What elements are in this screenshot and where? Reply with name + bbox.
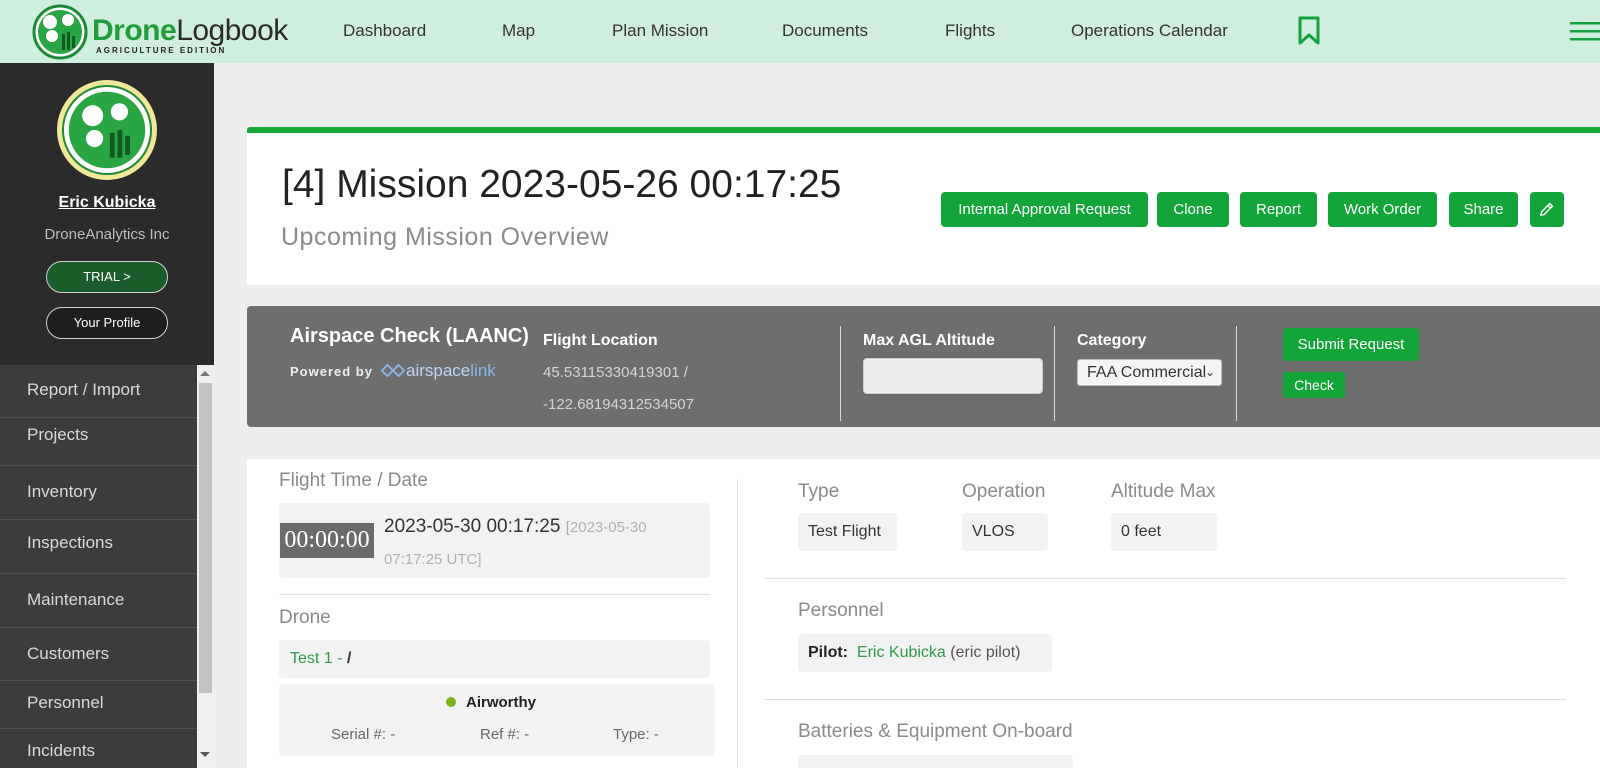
flight-timer: 00:00:00 — [280, 523, 374, 558]
brand-name: DroneLogbook — [92, 14, 288, 47]
sidebar-scrollbar[interactable] — [197, 365, 214, 768]
sidebar-item-customers[interactable]: Customers — [0, 628, 197, 681]
drone-selector[interactable]: Test 1 - / — [279, 640, 710, 678]
clone-button[interactable]: Clone — [1157, 192, 1229, 227]
scroll-down-icon[interactable] — [200, 752, 210, 757]
airspacelink-logo: airspacelink — [380, 361, 496, 381]
check-button[interactable]: Check — [1283, 372, 1345, 398]
airspace-check-panel: Airspace Check (LAANC) Powered by airspa… — [247, 306, 1600, 427]
brand-edition: AGRICULTURE EDITION — [96, 46, 227, 55]
work-order-button[interactable]: Work Order — [1328, 192, 1437, 227]
internal-approval-button[interactable]: Internal Approval Request — [941, 192, 1148, 227]
menu-icon[interactable] — [1570, 20, 1600, 42]
altitude-label: Altitude Max — [1111, 481, 1216, 502]
page-subtitle: Upcoming Mission Overview — [281, 223, 609, 251]
nav-flights[interactable]: Flights — [945, 21, 995, 41]
serial-number: Serial #: - — [331, 726, 396, 743]
avatar-logo-icon — [68, 91, 146, 169]
nav-dashboard[interactable]: Dashboard — [343, 21, 426, 41]
airspacelink-icon — [380, 363, 406, 378]
bookmark-icon[interactable] — [1297, 16, 1321, 46]
top-nav: DroneLogbook AGRICULTURE EDITION Dashboa… — [0, 0, 1600, 63]
sidebar-item-inspections[interactable]: Inspections — [0, 520, 197, 574]
app-logo[interactable]: DroneLogbook AGRICULTURE EDITION — [32, 4, 292, 60]
personnel-label: Personnel — [798, 600, 884, 621]
altitude-value: 0 feet — [1111, 513, 1217, 551]
category-label: Category — [1077, 332, 1147, 349]
nav-documents[interactable]: Documents — [782, 21, 868, 41]
user-company: DroneAnalytics Inc — [44, 226, 170, 243]
ref-number: Ref #: - — [480, 726, 530, 743]
divider — [279, 594, 710, 595]
nav-plan-mission[interactable]: Plan Mission — [612, 21, 708, 41]
sidebar-item-projects[interactable]: Projects — [0, 418, 197, 466]
type-label: Type — [798, 481, 840, 502]
share-button[interactable]: Share — [1449, 192, 1518, 227]
category-select[interactable]: FAA Commercial ⌄ — [1077, 359, 1222, 386]
flight-longitude: -122.68194312534507 — [543, 396, 694, 413]
divider — [840, 326, 841, 421]
drone-type: Type: - — [613, 726, 659, 743]
drone-label: Drone — [279, 607, 331, 628]
divider — [1236, 326, 1237, 421]
max-agl-label: Max AGL Altitude — [863, 332, 995, 349]
drone-link[interactable]: Test 1 - — [290, 650, 342, 667]
sidebar-item-report-import[interactable]: Report / Import — [0, 365, 197, 418]
batteries-label: Batteries & Equipment On-board — [798, 721, 1073, 742]
sidebar-profile: Eric Kubicka DroneAnalytics Inc TRIAL > … — [0, 63, 214, 365]
mission-details: Flight Time / Date 00:00:00 2023-05-30 0… — [247, 459, 1600, 768]
status-dot-icon — [446, 697, 456, 707]
sidebar-item-incidents[interactable]: Incidents — [0, 729, 197, 768]
airspace-title: Airspace Check (LAANC) — [290, 325, 529, 347]
page-title: [4] Mission 2023-05-26 00:17:25 — [282, 163, 842, 206]
flight-latitude: 45.53115330419301 / — [543, 364, 688, 381]
airworthy-status: Airworthy — [446, 694, 536, 711]
sidebar-item-inventory[interactable]: Inventory — [0, 466, 197, 520]
submit-request-button[interactable]: Submit Request — [1283, 328, 1419, 361]
flight-utc: 07:17:25 UTC] — [384, 551, 482, 568]
nav-operations-calendar[interactable]: Operations Calendar — [1071, 21, 1228, 41]
trial-button[interactable]: TRIAL > — [46, 261, 168, 293]
sidebar-item-maintenance[interactable]: Maintenance — [0, 574, 197, 628]
nav-map[interactable]: Map — [502, 21, 535, 41]
drone-logo-icon — [32, 4, 88, 60]
edit-button[interactable] — [1530, 192, 1564, 227]
operation-label: Operation — [962, 481, 1046, 502]
your-profile-button[interactable]: Your Profile — [46, 307, 168, 339]
avatar[interactable] — [57, 80, 157, 180]
divider — [1054, 326, 1055, 421]
operation-value: VLOS — [962, 513, 1048, 551]
chevron-down-icon: ⌄ — [1204, 365, 1215, 379]
type-value: Test Flight — [798, 513, 897, 551]
sidebar-menu: Report / Import Projects Inventory Inspe… — [0, 365, 197, 768]
batteries-box — [798, 755, 1073, 768]
flight-datetime: 2023-05-30 00:17:25 [2023-05-30 — [384, 516, 647, 537]
user-name[interactable]: Eric Kubicka — [0, 194, 214, 212]
scrollbar-thumb[interactable] — [199, 383, 212, 693]
flight-time-label: Flight Time / Date — [279, 470, 428, 491]
pilot-link[interactable]: Eric Kubicka — [857, 644, 946, 661]
divider — [765, 578, 1566, 579]
pencil-icon — [1539, 202, 1554, 217]
mission-header: [4] Mission 2023-05-26 00:17:25 Upcoming… — [247, 133, 1600, 285]
scroll-up-icon[interactable] — [200, 371, 210, 376]
flight-location-label: Flight Location — [543, 332, 658, 349]
pilot-tag: Pilot: Eric Kubicka (eric pilot) — [798, 634, 1052, 672]
powered-by-label: Powered by — [290, 364, 373, 379]
max-agl-input[interactable] — [863, 358, 1043, 394]
divider — [765, 699, 1566, 700]
report-button[interactable]: Report — [1240, 192, 1317, 227]
divider — [737, 479, 738, 768]
drone-status-box: Airworthy Serial #: - Ref #: - Type: - — [279, 684, 715, 756]
sidebar-item-personnel[interactable]: Personnel — [0, 681, 197, 729]
